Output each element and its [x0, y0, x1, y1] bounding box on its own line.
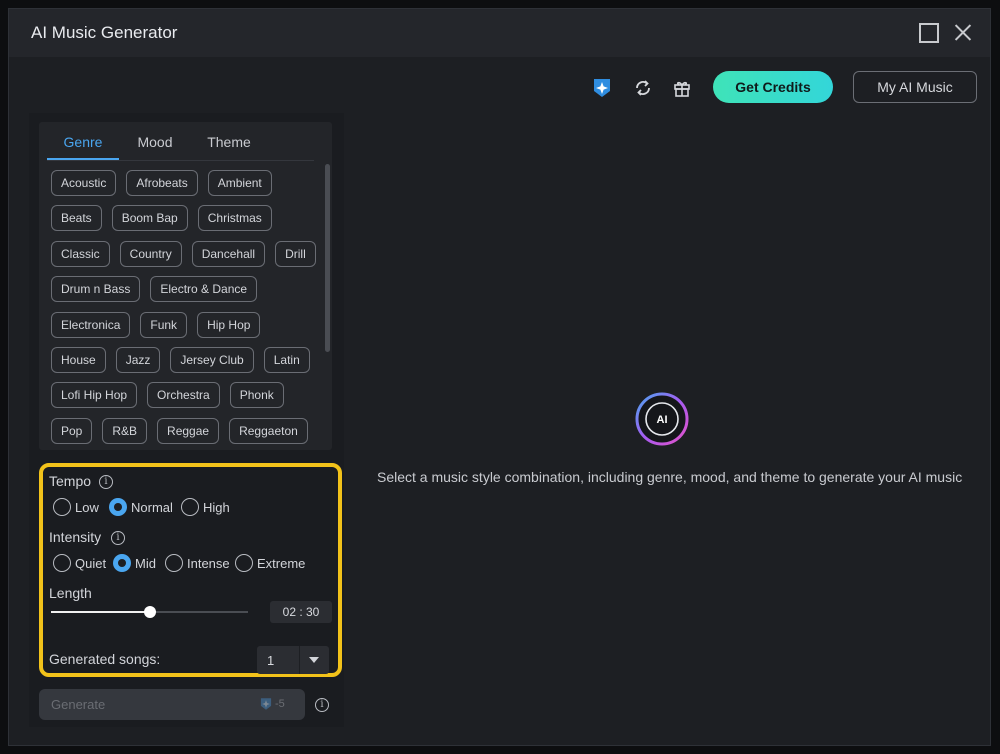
option-label: Intense: [187, 555, 230, 571]
tab-genre[interactable]: Genre: [47, 134, 119, 160]
logo-text: AI: [657, 414, 668, 426]
tag-row: House Jazz Jersey Club Latin: [51, 346, 313, 373]
refresh-icon[interactable]: [632, 77, 654, 99]
tab-mood[interactable]: Mood: [127, 134, 183, 160]
length-label: Length: [49, 585, 92, 601]
radio-button[interactable]: [235, 554, 253, 572]
credit-icon[interactable]: [591, 77, 613, 99]
ai-logo-icon: AI: [634, 391, 690, 447]
radio-button[interactable]: [165, 554, 183, 572]
info-icon[interactable]: i: [99, 475, 113, 489]
intensity-option-extreme[interactable]: Extreme: [235, 554, 305, 572]
tab-divider: [47, 160, 314, 161]
my-ai-music-button[interactable]: My AI Music: [853, 71, 977, 103]
genre-tag[interactable]: Electro & Dance: [150, 276, 258, 303]
genre-tag[interactable]: Boom Bap: [111, 205, 188, 232]
intensity-label: Intensity: [49, 529, 102, 545]
tag-row: Classic Country Dancehall Drill: [51, 240, 316, 267]
genre-tag[interactable]: House: [51, 346, 106, 373]
generate-label: Generate: [51, 697, 106, 712]
genre-tag-list: Acoustic Afrobeats Ambient Beats Boom Ba…: [51, 170, 316, 450]
length-slider[interactable]: [51, 606, 248, 618]
radio-button[interactable]: [53, 498, 71, 516]
info-icon[interactable]: i: [315, 698, 329, 712]
genre-tag[interactable]: Acoustic: [51, 170, 117, 196]
tag-row: Beats Boom Bap Christmas: [51, 205, 313, 232]
chevron-down-icon[interactable]: [309, 657, 319, 663]
genre-tag[interactable]: Reggaeton: [229, 417, 308, 444]
option-label: Low: [75, 499, 99, 515]
option-label: High: [203, 499, 230, 515]
genre-tag[interactable]: Beats: [51, 205, 102, 232]
genre-tag[interactable]: Reggae: [157, 417, 220, 444]
genre-tag[interactable]: Jersey Club: [170, 346, 254, 373]
tab-theme[interactable]: Theme: [197, 134, 261, 160]
genre-tag[interactable]: R&B: [102, 417, 148, 444]
generated-songs-label: Generated songs:: [49, 651, 161, 667]
intensity-option-mid[interactable]: Mid: [113, 554, 156, 572]
credit-icon: [260, 698, 272, 710]
get-credits-button[interactable]: Get Credits: [713, 71, 833, 103]
maximize-icon[interactable]: [917, 21, 939, 43]
tempo-option-low[interactable]: Low: [53, 498, 99, 516]
tag-row: Electronica Funk Hip Hop: [51, 311, 313, 338]
genre-tag[interactable]: Ambient: [207, 170, 272, 196]
genre-tag[interactable]: Electronica: [51, 311, 131, 338]
genre-tag[interactable]: Drum n Bass: [51, 276, 141, 303]
radio-button[interactable]: [109, 498, 127, 516]
genre-tag[interactable]: Jazz: [115, 346, 161, 373]
intensity-option-intense[interactable]: Intense: [165, 554, 230, 572]
style-panel: Genre Mood Theme Acoustic Afrobeats Ambi…: [29, 113, 344, 727]
genre-tag[interactable]: Phonk: [229, 382, 284, 409]
tag-row: Lofi Hip Hop Orchestra Phonk: [51, 382, 313, 409]
genre-tag[interactable]: Drill: [275, 240, 316, 267]
tag-selector: Genre Mood Theme Acoustic Afrobeats Ambi…: [39, 122, 332, 450]
genre-tag[interactable]: Pop: [51, 417, 93, 444]
generate-cost: -5: [259, 697, 285, 711]
genre-tag[interactable]: Country: [119, 240, 182, 267]
generate-button[interactable]: Generate -5: [39, 689, 305, 720]
radio-button[interactable]: [53, 554, 71, 572]
close-icon[interactable]: [952, 21, 974, 43]
tempo-option-normal[interactable]: Normal: [109, 498, 173, 516]
slider-thumb[interactable]: [143, 606, 156, 618]
gift-icon[interactable]: [671, 77, 693, 99]
genre-tag[interactable]: Afrobeats: [126, 170, 198, 196]
window-title: AI Music Generator: [31, 23, 178, 42]
option-label: Quiet: [75, 555, 107, 571]
app-window: AI Music Generator Get Credits My AI Mus…: [8, 8, 991, 746]
select-divider: [299, 646, 300, 674]
tempo-option-high[interactable]: High: [181, 498, 230, 516]
category-tabs: Genre Mood Theme: [47, 134, 317, 160]
empty-state-hint: Select a music style combination, includ…: [377, 469, 963, 485]
settings-section: Tempo i Low Normal High Intensity i Quie…: [39, 463, 342, 677]
radio-button[interactable]: [113, 554, 131, 572]
option-label: Normal: [131, 499, 173, 515]
tag-row: Acoustic Afrobeats Ambient: [51, 170, 313, 196]
tag-row: Drum n Bass Electro & Dance: [51, 276, 313, 303]
genre-tag[interactable]: Orchestra: [147, 382, 220, 409]
tag-scrollbar[interactable]: [325, 164, 330, 352]
tempo-label: Tempo: [49, 473, 92, 489]
genre-tag[interactable]: Latin: [263, 346, 310, 373]
option-label: Mid: [135, 555, 156, 571]
genre-tag[interactable]: Funk: [140, 311, 188, 338]
slider-fill: [51, 611, 150, 613]
info-icon[interactable]: i: [111, 531, 125, 545]
radio-button[interactable]: [181, 498, 199, 516]
genre-tag[interactable]: Hip Hop: [197, 311, 261, 338]
genre-tag[interactable]: Classic: [51, 240, 110, 267]
intensity-option-quiet[interactable]: Quiet: [53, 554, 106, 572]
cost-value: -5: [275, 698, 285, 710]
tag-row: Pop R&B Reggae Reggaeton: [51, 417, 313, 444]
length-value[interactable]: 02 : 30: [270, 601, 332, 623]
genre-tag[interactable]: Christmas: [197, 205, 272, 232]
selected-count: 1: [267, 653, 275, 668]
genre-tag[interactable]: Dancehall: [191, 240, 266, 267]
title-bar: AI Music Generator: [9, 9, 990, 57]
genre-tag[interactable]: Lofi Hip Hop: [51, 382, 138, 409]
option-label: Extreme: [257, 555, 306, 571]
generated-songs-select[interactable]: 1: [257, 646, 329, 674]
